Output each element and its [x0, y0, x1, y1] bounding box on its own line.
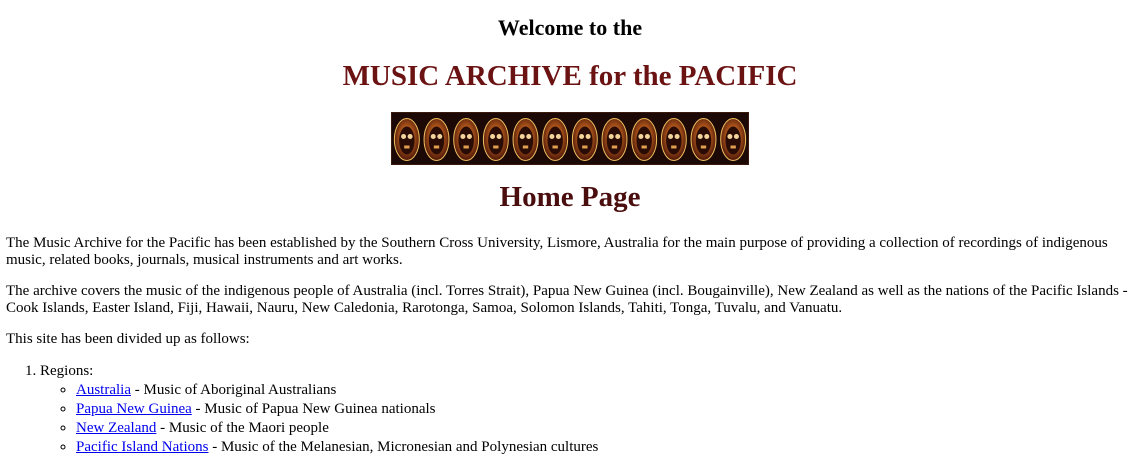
mask-carving-icon	[453, 118, 480, 161]
region-desc: - Music of the Melanesian, Micronesian a…	[208, 439, 599, 455]
mask-carving-icon	[601, 118, 628, 161]
section-label: Regions:	[40, 363, 94, 379]
section-regions: Regions: Australia - Music of Aboriginal…	[40, 362, 1134, 457]
site-title: MUSIC ARCHIVE for the PACIFIC	[342, 60, 798, 92]
mask-carving-icon	[720, 118, 747, 161]
mask-carving-icon	[631, 118, 658, 161]
region-link-pacific-island-nations[interactable]: Pacific Island Nations	[76, 439, 208, 455]
region-item-pacific-island-nations: Pacific Island Nations - Music of the Me…	[76, 438, 1134, 457]
regions-list: Australia - Music of Aboriginal Australi…	[40, 381, 1134, 457]
banner-wrap	[6, 112, 1134, 165]
mask-carving-icon	[542, 118, 569, 161]
page: Welcome to the MUSIC ARCHIVE for the PAC…	[0, 16, 1140, 457]
region-link-papua-new-guinea[interactable]: Papua New Guinea	[76, 401, 192, 417]
coverage-paragraph: The archive covers the music of the indi…	[6, 283, 1128, 316]
region-item-new-zealand: New Zealand - Music of the Maori people	[76, 419, 1134, 438]
welcome-heading: Welcome to the	[497, 15, 643, 40]
home-page-title: Home Page	[499, 181, 641, 213]
carved-masks-banner-icon	[391, 112, 749, 165]
mask-carving-icon	[482, 118, 509, 161]
mask-carving-icon	[690, 118, 717, 161]
mask-carving-icon	[571, 118, 598, 161]
region-desc: - Music of the Maori people	[156, 420, 329, 436]
mask-carving-icon	[393, 118, 420, 161]
mask-carving-icon	[512, 118, 539, 161]
region-desc: - Music of Aboriginal Australians	[130, 382, 337, 398]
site-sections-list: Regions: Australia - Music of Aboriginal…	[6, 362, 1134, 457]
intro-paragraph: The Music Archive for the Pacific has be…	[6, 235, 1108, 268]
site-structure-intro: This site has been divided up as follows…	[6, 331, 250, 347]
region-item-australia: Australia - Music of Aboriginal Australi…	[76, 381, 1134, 400]
region-link-australia[interactable]: Australia	[76, 382, 131, 398]
mask-carving-icon	[423, 118, 450, 161]
region-desc: - Music of Papua New Guinea nationals	[191, 401, 436, 417]
mask-carving-icon	[660, 118, 687, 161]
region-link-new-zealand[interactable]: New Zealand	[76, 420, 156, 436]
region-item-papua-new-guinea: Papua New Guinea - Music of Papua New Gu…	[76, 400, 1134, 419]
